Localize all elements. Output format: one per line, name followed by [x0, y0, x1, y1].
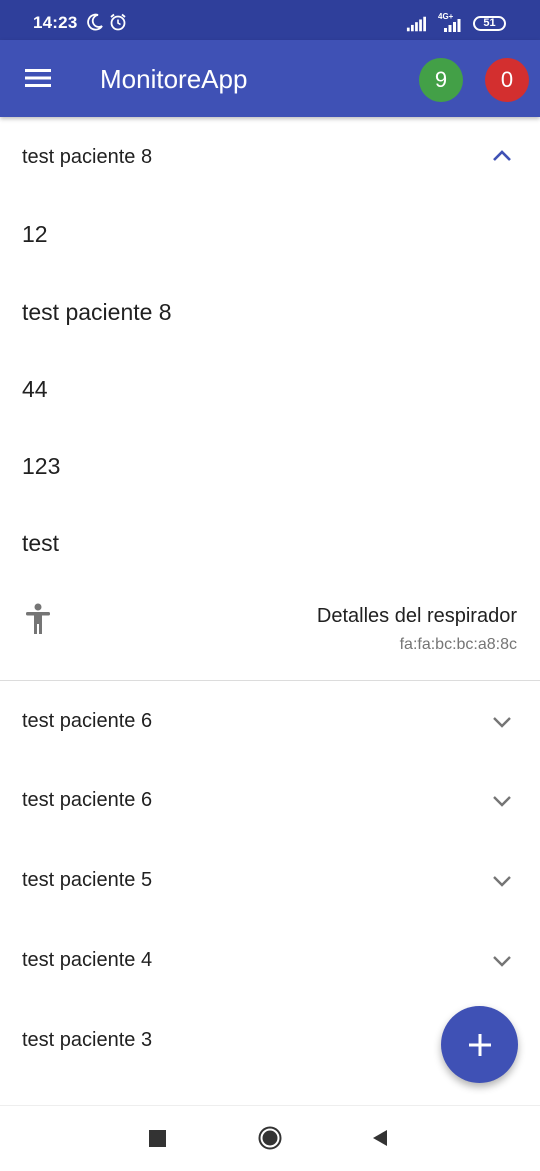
patient-field-value: 12: [22, 221, 48, 247]
chevron-down-icon[interactable]: [491, 794, 513, 808]
patient-list-item[interactable]: test paciente 5: [0, 840, 540, 920]
patient-field-value: test: [22, 530, 60, 556]
patient-name: test paciente 6: [22, 789, 153, 811]
recents-icon[interactable]: [149, 1130, 166, 1147]
home-icon[interactable]: [258, 1126, 282, 1150]
patient-field-value: test paciente 8: [22, 299, 172, 325]
patient-name: test paciente 5: [22, 869, 153, 891]
patient-name: test paciente 4: [22, 949, 153, 971]
patient-list-item[interactable]: test paciente 6: [0, 760, 540, 840]
patient-field-value: 123: [22, 453, 61, 479]
plus-icon: [469, 1034, 491, 1056]
chevron-down-icon[interactable]: [491, 874, 513, 888]
patient-list-item[interactable]: test paciente 6: [0, 681, 540, 761]
battery-level: 51: [483, 17, 496, 29]
menu-icon[interactable]: [25, 68, 51, 88]
chevron-down-icon[interactable]: [491, 715, 513, 729]
app-title: MonitoreApp: [100, 64, 248, 94]
chevron-down-icon[interactable]: [491, 954, 513, 968]
mac-address: fa:fa:bc:bc:a8:8c: [399, 636, 517, 653]
expanded-patient-panel: test paciente 8 12 test paciente 8 44 12…: [0, 117, 540, 680]
red-count-badge[interactable]: 0: [485, 58, 529, 102]
status-bar: 14:23 4G+ 51: [0, 0, 540, 40]
status-time: 14:23: [33, 13, 78, 32]
accessibility-icon: [26, 603, 50, 634]
battery-icon: 51: [473, 16, 506, 31]
patient-list-item[interactable]: test paciente 4: [0, 920, 540, 1000]
patient-name: test paciente 6: [22, 710, 153, 732]
back-icon[interactable]: [370, 1128, 390, 1148]
moon-icon: [87, 13, 103, 31]
ventilator-details-label[interactable]: Detalles del respirador: [317, 605, 517, 628]
app-bar: MonitoreApp 9 0: [0, 40, 540, 117]
signal-icon: [406, 16, 426, 32]
green-count-badge[interactable]: 9: [419, 58, 463, 102]
patient-panel-header[interactable]: test paciente 8: [0, 117, 540, 197]
signal-4g-icon: 4G+: [437, 12, 467, 34]
add-patient-button[interactable]: [441, 1006, 518, 1083]
patient-name: test paciente 8: [22, 146, 153, 168]
system-nav-bar: [0, 1105, 540, 1171]
chevron-up-icon[interactable]: [491, 149, 513, 163]
patient-field-value: 44: [22, 376, 48, 402]
alarm-icon: [110, 13, 126, 31]
patient-name: test paciente 3: [22, 1029, 153, 1051]
